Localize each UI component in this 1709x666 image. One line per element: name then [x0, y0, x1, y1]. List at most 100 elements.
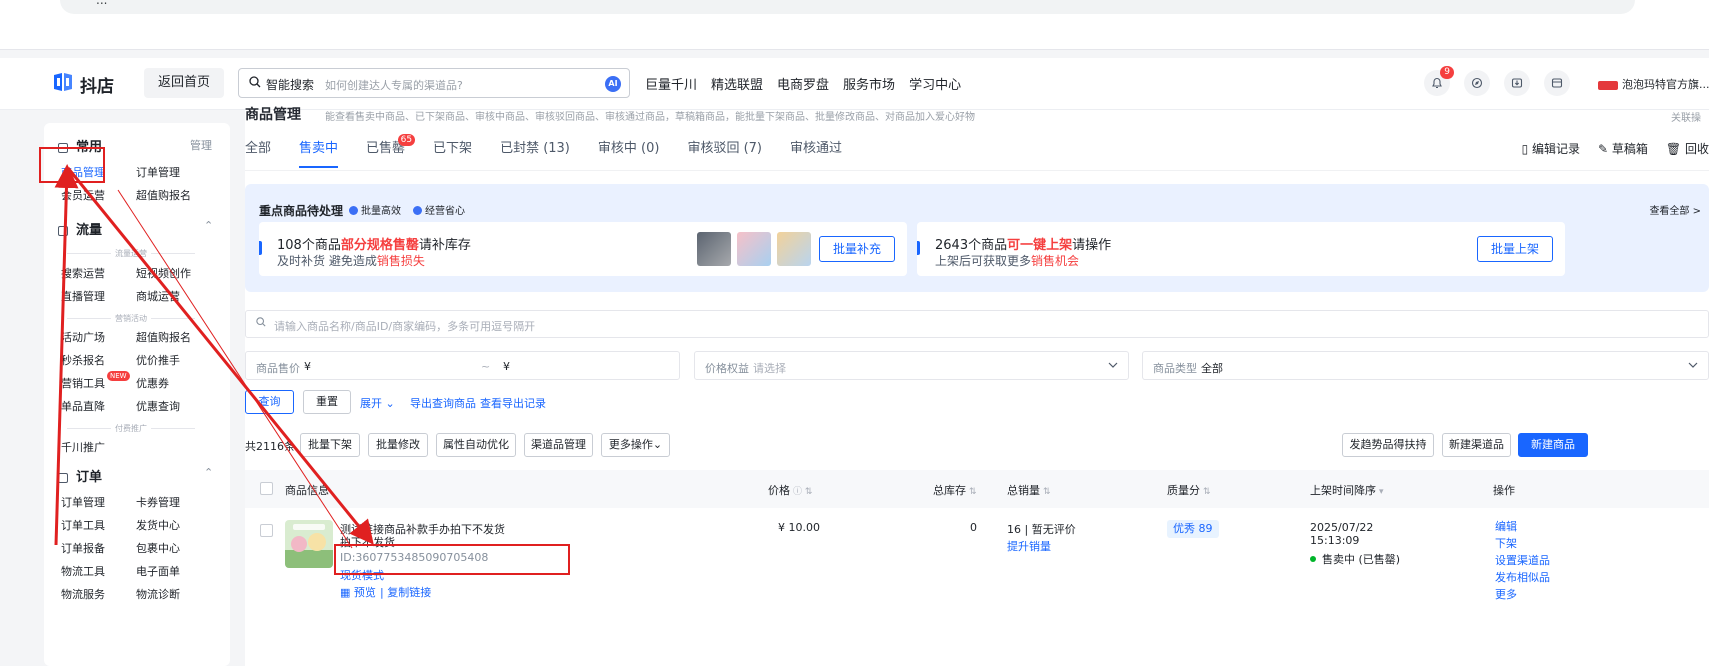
th-price[interactable]: 价格 ⓘ ⇅: [768, 482, 812, 498]
new-channel-product-button[interactable]: 新建渠道品: [1442, 433, 1511, 457]
sidebar-item[interactable]: 千川推广: [61, 439, 105, 455]
sidebar-section-orders[interactable]: 订单: [58, 466, 102, 485]
export-query-link[interactable]: 导出查询商品: [410, 395, 476, 411]
create-product-button[interactable]: 新建商品: [1518, 433, 1588, 457]
batch-restock-button[interactable]: 批量补充: [819, 236, 895, 262]
product-query-input[interactable]: 请输入商品名称/商品ID/商家编码，多条可用逗号隔开: [245, 310, 1709, 338]
sort-icon: ▾: [1379, 487, 1384, 497]
address-bar[interactable]: ...: [60, 0, 1635, 14]
sidebar-item[interactable]: 订单报备: [61, 540, 105, 556]
channel-product-button[interactable]: 渠道品管理: [524, 433, 593, 457]
preview-link[interactable]: ▦ 预览: [340, 584, 376, 600]
tab-reviewing[interactable]: 审核中 (0): [598, 134, 660, 164]
drafts-button[interactable]: ✎ 草稿箱: [1598, 134, 1648, 164]
boost-sales-link[interactable]: 提升销量: [1007, 538, 1051, 554]
sidebar: 常用 管理 商品管理 订单管理 会员运营 超值购报名 流量 ⌃ 流量运营 搜索运…: [44, 123, 230, 666]
sidebar-item[interactable]: 优惠券: [136, 375, 169, 391]
view-all-link[interactable]: 查看全部 >: [1649, 202, 1701, 217]
sidebar-manage-link[interactable]: 管理: [190, 137, 212, 153]
th-sales[interactable]: 总销量 ⇅: [1007, 482, 1051, 498]
offshelf-link[interactable]: 下架: [1495, 535, 1550, 552]
nav-qianchuan[interactable]: 巨量千川: [645, 74, 697, 93]
bell-icon[interactable]: 9: [1424, 66, 1454, 96]
th-quality[interactable]: 质量分 ⇅: [1167, 482, 1211, 498]
tab-banned[interactable]: 已封禁 (13): [500, 134, 570, 164]
select-all-checkbox[interactable]: [260, 482, 273, 495]
recycle-button[interactable]: 🗑 回收: [1666, 134, 1709, 164]
page-top-right-link[interactable]: 关联操: [1671, 109, 1701, 124]
smart-search-input[interactable]: 智能搜索 如何创建达人专属的渠道品? AI: [238, 68, 630, 98]
sidebar-item[interactable]: 单品直降: [61, 398, 105, 414]
sidebar-item[interactable]: 直播管理: [61, 288, 105, 304]
compass-icon[interactable]: [1464, 70, 1490, 96]
back-home-button[interactable]: 返回首页: [144, 68, 224, 98]
batch-edit-button[interactable]: 批量修改: [368, 433, 428, 457]
product-type-select[interactable]: 商品类型 全部: [1142, 351, 1709, 380]
more-actions-button[interactable]: 更多操作⌄: [601, 433, 670, 457]
sidebar-item[interactable]: 超值购报名: [136, 329, 191, 345]
sidebar-item[interactable]: 优惠查询: [136, 398, 180, 414]
nav-alliance[interactable]: 精选联盟: [711, 74, 763, 93]
sidebar-item[interactable]: 包裹中心: [136, 540, 180, 556]
sidebar-item[interactable]: 卡券管理: [136, 494, 180, 510]
tab-on-sale[interactable]: 售卖中: [299, 134, 339, 168]
th-stock[interactable]: 总库存 ⇅: [933, 482, 977, 498]
nav-learning[interactable]: 学习中心: [909, 74, 961, 93]
tab-off-shelf[interactable]: 已下架: [433, 134, 472, 164]
sidebar-item[interactable]: 优价推手: [136, 352, 180, 368]
filter-label: 商品售价: [256, 362, 300, 375]
publish-similar-link[interactable]: 发布相似品: [1495, 569, 1550, 586]
sidebar-item[interactable]: 电子面单: [136, 563, 180, 579]
product-image[interactable]: [285, 520, 333, 568]
sidebar-item[interactable]: 订单管理: [61, 494, 105, 510]
export-log-link[interactable]: 查看导出记录: [480, 395, 546, 411]
search-placeholder: 如何创建达人专属的渠道品?: [325, 79, 463, 92]
sidebar-item[interactable]: 物流服务: [61, 586, 105, 602]
more-link[interactable]: 更多: [1495, 586, 1550, 603]
nav-compass[interactable]: 电商罗盘: [777, 74, 829, 93]
sidebar-item[interactable]: 秒杀报名: [61, 352, 105, 368]
sidebar-item[interactable]: 订单工具: [61, 517, 105, 533]
sidebar-item-super-value[interactable]: 超值购报名: [136, 187, 191, 203]
th-listing-time[interactable]: 上架时间降序 ▾: [1310, 482, 1384, 498]
sidebar-item[interactable]: 物流工具: [61, 563, 105, 579]
copy-link[interactable]: | 复制链接: [380, 584, 431, 600]
nav-service-market[interactable]: 服务市场: [843, 74, 895, 93]
edit-link[interactable]: 编辑: [1495, 518, 1550, 535]
ai-icon[interactable]: AI: [605, 76, 621, 92]
auto-optimize-button[interactable]: 属性自动优化: [436, 433, 516, 457]
edit-log-button[interactable]: ▯ 编辑记录: [1522, 134, 1580, 164]
shop-name[interactable]: 泡泡玛特官方旗...: [1598, 76, 1709, 92]
sidebar-item[interactable]: 营销工具: [61, 375, 105, 391]
expand-link[interactable]: 展开 ⌄: [360, 395, 395, 411]
download-icon[interactable]: [1504, 70, 1530, 96]
total-count: 共2116条: [245, 440, 295, 453]
sidebar-item-order-management[interactable]: 订单管理: [136, 164, 180, 180]
sidebar-item[interactable]: 活动广场: [61, 329, 105, 345]
annotation-box-sidebar: [39, 147, 105, 183]
sidebar-item[interactable]: 短视频创作: [136, 265, 191, 281]
tab-rejected[interactable]: 审核驳回 (7): [687, 134, 762, 164]
listing-time: 15:13:09: [1310, 534, 1360, 547]
batch-relist-button[interactable]: 批量上架: [1477, 236, 1553, 262]
sidebar-item[interactable]: 发货中心: [136, 517, 180, 533]
chevron-up-icon[interactable]: ⌃: [204, 466, 213, 479]
trend-product-button[interactable]: 发趋势品得扶持: [1342, 433, 1434, 457]
price-rights-select[interactable]: 价格权益 请选择: [694, 351, 1129, 380]
sidebar-item[interactable]: 搜索运营: [61, 265, 105, 281]
sidebar-item[interactable]: 商城运营: [136, 288, 180, 304]
tab-approved[interactable]: 审核通过: [790, 134, 842, 164]
reset-button[interactable]: 重置: [303, 390, 351, 414]
query-button[interactable]: 查询: [245, 390, 294, 414]
store-icon[interactable]: [1544, 70, 1570, 96]
price-filter[interactable]: 商品售价 ¥ ~ ¥: [245, 351, 680, 380]
row-checkbox[interactable]: [260, 524, 273, 537]
set-channel-link[interactable]: 设置渠道品: [1495, 552, 1550, 569]
tab-sold-out[interactable]: 已售罄 65: [366, 134, 416, 164]
batch-offshelf-button[interactable]: 批量下架: [300, 433, 360, 457]
tab-all[interactable]: 全部: [245, 134, 271, 164]
sidebar-item[interactable]: 物流诊断: [136, 586, 180, 602]
sidebar-item-member[interactable]: 会员运营: [61, 187, 105, 203]
sidebar-section-traffic[interactable]: 流量: [58, 219, 102, 238]
chevron-up-icon[interactable]: ⌃: [204, 219, 213, 232]
